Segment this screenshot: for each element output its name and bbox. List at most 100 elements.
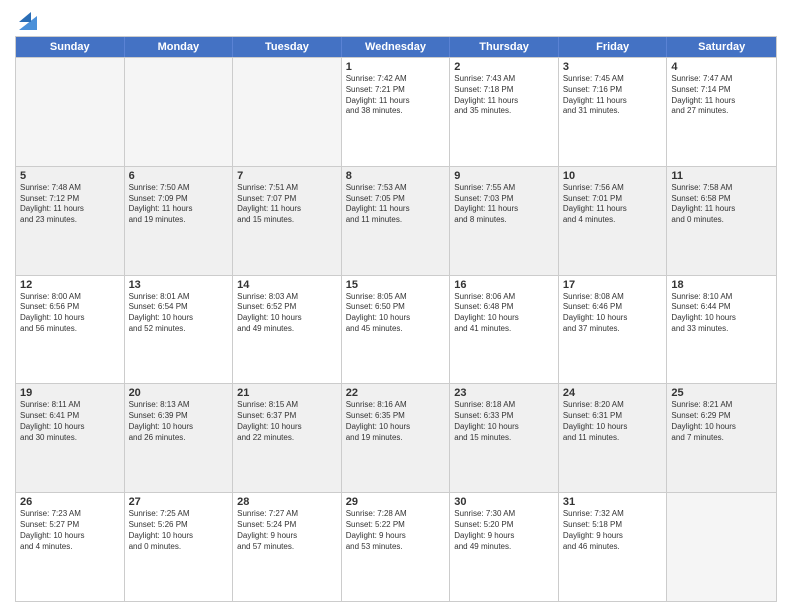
cell-info: Sunrise: 7:27 AM Sunset: 5:24 PM Dayligh… xyxy=(237,509,337,552)
calendar-cell: 1Sunrise: 7:42 AM Sunset: 7:21 PM Daylig… xyxy=(342,58,451,166)
day-number: 1 xyxy=(346,61,446,73)
day-number: 26 xyxy=(20,496,120,508)
day-number: 5 xyxy=(20,170,120,182)
day-number: 14 xyxy=(237,279,337,291)
day-number: 29 xyxy=(346,496,446,508)
day-number: 20 xyxy=(129,387,229,399)
calendar-cell: 4Sunrise: 7:47 AM Sunset: 7:14 PM Daylig… xyxy=(667,58,776,166)
cell-info: Sunrise: 7:23 AM Sunset: 5:27 PM Dayligh… xyxy=(20,509,120,552)
calendar-cell: 23Sunrise: 8:18 AM Sunset: 6:33 PM Dayli… xyxy=(450,384,559,492)
cell-info: Sunrise: 7:47 AM Sunset: 7:14 PM Dayligh… xyxy=(671,74,772,117)
calendar-header-cell: Saturday xyxy=(667,37,776,57)
calendar-cell: 28Sunrise: 7:27 AM Sunset: 5:24 PM Dayli… xyxy=(233,493,342,601)
calendar-cell xyxy=(667,493,776,601)
cell-info: Sunrise: 8:20 AM Sunset: 6:31 PM Dayligh… xyxy=(563,400,663,443)
cell-info: Sunrise: 7:28 AM Sunset: 5:22 PM Dayligh… xyxy=(346,509,446,552)
cell-info: Sunrise: 8:10 AM Sunset: 6:44 PM Dayligh… xyxy=(671,292,772,335)
calendar-cell: 9Sunrise: 7:55 AM Sunset: 7:03 PM Daylig… xyxy=(450,167,559,275)
calendar-week-row: 5Sunrise: 7:48 AM Sunset: 7:12 PM Daylig… xyxy=(16,166,776,275)
day-number: 2 xyxy=(454,61,554,73)
calendar-header-cell: Sunday xyxy=(16,37,125,57)
cell-info: Sunrise: 8:21 AM Sunset: 6:29 PM Dayligh… xyxy=(671,400,772,443)
day-number: 24 xyxy=(563,387,663,399)
cell-info: Sunrise: 8:18 AM Sunset: 6:33 PM Dayligh… xyxy=(454,400,554,443)
day-number: 18 xyxy=(671,279,772,291)
calendar-week-row: 12Sunrise: 8:00 AM Sunset: 6:56 PM Dayli… xyxy=(16,275,776,384)
calendar-cell: 15Sunrise: 8:05 AM Sunset: 6:50 PM Dayli… xyxy=(342,276,451,384)
page: SundayMondayTuesdayWednesdayThursdayFrid… xyxy=(0,0,792,612)
calendar-cell: 16Sunrise: 8:06 AM Sunset: 6:48 PM Dayli… xyxy=(450,276,559,384)
cell-info: Sunrise: 7:42 AM Sunset: 7:21 PM Dayligh… xyxy=(346,74,446,117)
calendar-cell: 18Sunrise: 8:10 AM Sunset: 6:44 PM Dayli… xyxy=(667,276,776,384)
calendar-cell: 13Sunrise: 8:01 AM Sunset: 6:54 PM Dayli… xyxy=(125,276,234,384)
day-number: 27 xyxy=(129,496,229,508)
calendar-header-cell: Thursday xyxy=(450,37,559,57)
cell-info: Sunrise: 7:43 AM Sunset: 7:18 PM Dayligh… xyxy=(454,74,554,117)
day-number: 21 xyxy=(237,387,337,399)
calendar-cell: 31Sunrise: 7:32 AM Sunset: 5:18 PM Dayli… xyxy=(559,493,668,601)
cell-info: Sunrise: 8:08 AM Sunset: 6:46 PM Dayligh… xyxy=(563,292,663,335)
calendar-cell: 27Sunrise: 7:25 AM Sunset: 5:26 PM Dayli… xyxy=(125,493,234,601)
cell-info: Sunrise: 7:56 AM Sunset: 7:01 PM Dayligh… xyxy=(563,183,663,226)
day-number: 11 xyxy=(671,170,772,182)
cell-info: Sunrise: 7:32 AM Sunset: 5:18 PM Dayligh… xyxy=(563,509,663,552)
cell-info: Sunrise: 7:30 AM Sunset: 5:20 PM Dayligh… xyxy=(454,509,554,552)
calendar-body: 1Sunrise: 7:42 AM Sunset: 7:21 PM Daylig… xyxy=(16,57,776,601)
calendar-cell: 22Sunrise: 8:16 AM Sunset: 6:35 PM Dayli… xyxy=(342,384,451,492)
cell-info: Sunrise: 8:01 AM Sunset: 6:54 PM Dayligh… xyxy=(129,292,229,335)
day-number: 6 xyxy=(129,170,229,182)
calendar-cell: 30Sunrise: 7:30 AM Sunset: 5:20 PM Dayli… xyxy=(450,493,559,601)
day-number: 19 xyxy=(20,387,120,399)
calendar-cell: 25Sunrise: 8:21 AM Sunset: 6:29 PM Dayli… xyxy=(667,384,776,492)
day-number: 16 xyxy=(454,279,554,291)
cell-info: Sunrise: 7:58 AM Sunset: 6:58 PM Dayligh… xyxy=(671,183,772,226)
day-number: 9 xyxy=(454,170,554,182)
cell-info: Sunrise: 8:06 AM Sunset: 6:48 PM Dayligh… xyxy=(454,292,554,335)
cell-info: Sunrise: 8:11 AM Sunset: 6:41 PM Dayligh… xyxy=(20,400,120,443)
calendar-cell: 5Sunrise: 7:48 AM Sunset: 7:12 PM Daylig… xyxy=(16,167,125,275)
day-number: 22 xyxy=(346,387,446,399)
calendar-cell: 3Sunrise: 7:45 AM Sunset: 7:16 PM Daylig… xyxy=(559,58,668,166)
calendar-header-cell: Monday xyxy=(125,37,234,57)
calendar-cell: 19Sunrise: 8:11 AM Sunset: 6:41 PM Dayli… xyxy=(16,384,125,492)
calendar-cell: 7Sunrise: 7:51 AM Sunset: 7:07 PM Daylig… xyxy=(233,167,342,275)
cell-info: Sunrise: 8:05 AM Sunset: 6:50 PM Dayligh… xyxy=(346,292,446,335)
logo xyxy=(15,10,37,30)
day-number: 23 xyxy=(454,387,554,399)
calendar-cell: 2Sunrise: 7:43 AM Sunset: 7:18 PM Daylig… xyxy=(450,58,559,166)
calendar-cell: 26Sunrise: 7:23 AM Sunset: 5:27 PM Dayli… xyxy=(16,493,125,601)
day-number: 12 xyxy=(20,279,120,291)
calendar-week-row: 26Sunrise: 7:23 AM Sunset: 5:27 PM Dayli… xyxy=(16,492,776,601)
day-number: 28 xyxy=(237,496,337,508)
day-number: 7 xyxy=(237,170,337,182)
cell-info: Sunrise: 7:50 AM Sunset: 7:09 PM Dayligh… xyxy=(129,183,229,226)
cell-info: Sunrise: 8:16 AM Sunset: 6:35 PM Dayligh… xyxy=(346,400,446,443)
calendar-cell: 20Sunrise: 8:13 AM Sunset: 6:39 PM Dayli… xyxy=(125,384,234,492)
cell-info: Sunrise: 7:55 AM Sunset: 7:03 PM Dayligh… xyxy=(454,183,554,226)
day-number: 13 xyxy=(129,279,229,291)
calendar-cell: 11Sunrise: 7:58 AM Sunset: 6:58 PM Dayli… xyxy=(667,167,776,275)
cell-info: Sunrise: 7:48 AM Sunset: 7:12 PM Dayligh… xyxy=(20,183,120,226)
day-number: 3 xyxy=(563,61,663,73)
calendar: SundayMondayTuesdayWednesdayThursdayFrid… xyxy=(15,36,777,602)
calendar-cell xyxy=(16,58,125,166)
day-number: 17 xyxy=(563,279,663,291)
cell-info: Sunrise: 7:53 AM Sunset: 7:05 PM Dayligh… xyxy=(346,183,446,226)
day-number: 15 xyxy=(346,279,446,291)
cell-info: Sunrise: 7:51 AM Sunset: 7:07 PM Dayligh… xyxy=(237,183,337,226)
day-number: 30 xyxy=(454,496,554,508)
cell-info: Sunrise: 8:13 AM Sunset: 6:39 PM Dayligh… xyxy=(129,400,229,443)
cell-info: Sunrise: 8:03 AM Sunset: 6:52 PM Dayligh… xyxy=(237,292,337,335)
header xyxy=(15,10,777,30)
calendar-header-cell: Tuesday xyxy=(233,37,342,57)
calendar-header: SundayMondayTuesdayWednesdayThursdayFrid… xyxy=(16,37,776,57)
calendar-cell: 21Sunrise: 8:15 AM Sunset: 6:37 PM Dayli… xyxy=(233,384,342,492)
calendar-header-cell: Wednesday xyxy=(342,37,451,57)
cell-info: Sunrise: 7:45 AM Sunset: 7:16 PM Dayligh… xyxy=(563,74,663,117)
cell-info: Sunrise: 8:00 AM Sunset: 6:56 PM Dayligh… xyxy=(20,292,120,335)
calendar-cell: 17Sunrise: 8:08 AM Sunset: 6:46 PM Dayli… xyxy=(559,276,668,384)
calendar-cell xyxy=(233,58,342,166)
day-number: 25 xyxy=(671,387,772,399)
calendar-week-row: 19Sunrise: 8:11 AM Sunset: 6:41 PM Dayli… xyxy=(16,383,776,492)
calendar-cell: 10Sunrise: 7:56 AM Sunset: 7:01 PM Dayli… xyxy=(559,167,668,275)
